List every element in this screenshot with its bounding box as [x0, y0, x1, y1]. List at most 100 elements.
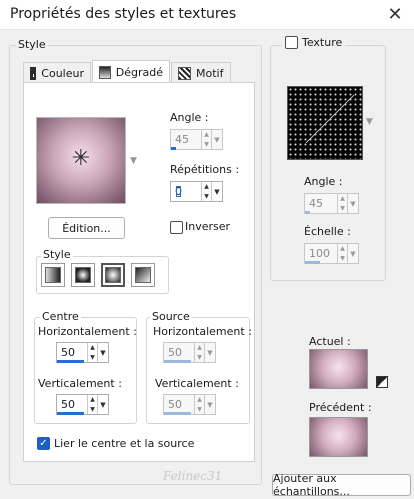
center-horizontal-spinbox[interactable]: 50 ▲ ▼ ▼ [56, 342, 109, 363]
rectangular-gradient-icon [75, 267, 91, 283]
tab-motif[interactable]: Motif [171, 62, 231, 83]
center-vertical-value[interactable]: 50 [57, 395, 87, 415]
decrement-icon[interactable]: ▼ [195, 353, 204, 363]
angle-value[interactable]: 45 [171, 130, 201, 150]
center-vertical-slider-indicator[interactable] [57, 412, 84, 415]
tab-label: Dégradé [115, 65, 163, 79]
decrement-icon[interactable]: ▼ [88, 405, 97, 415]
center-horizontal-label: Horizontalement : [38, 325, 137, 338]
corner-gradient-icon [135, 267, 151, 283]
source-horizontal-slider-indicator[interactable] [164, 360, 191, 363]
center-horizontal-slider-indicator[interactable] [57, 360, 84, 363]
current-label: Actuel : [309, 335, 351, 348]
angle-slider-indicator[interactable] [171, 147, 176, 150]
repetitions-label: Répétitions : [170, 163, 240, 176]
texture-scale-value[interactable]: 100 [305, 244, 337, 264]
source-vertical-value[interactable]: 50 [164, 395, 194, 415]
source-group-label: Source [150, 310, 192, 323]
increment-icon[interactable]: ▲ [202, 130, 211, 140]
decrement-icon[interactable]: ▼ [338, 204, 347, 214]
chevron-down-icon[interactable]: ▼ [211, 130, 222, 149]
chevron-down-icon[interactable]: ▼ [130, 156, 137, 166]
watermark: Felinec31 [163, 469, 223, 483]
linear-style-button[interactable] [41, 263, 65, 287]
radial-gradient-icon [105, 267, 121, 283]
center-horizontal-value[interactable]: 50 [57, 343, 87, 363]
chevron-down-icon[interactable]: ▼ [204, 395, 215, 414]
increment-icon[interactable]: ▲ [338, 244, 347, 254]
increment-icon[interactable]: ▲ [338, 194, 347, 204]
center-vertical-stepper[interactable]: ▲ ▼ [87, 395, 97, 414]
previous-swatch[interactable] [309, 417, 368, 457]
increment-icon[interactable]: ▲ [88, 343, 97, 353]
source-horizontal-value[interactable]: 50 [164, 343, 194, 363]
center-horizontal-stepper[interactable]: ▲ ▼ [87, 343, 97, 362]
add-to-samples-button[interactable]: Ajouter aux échantillons... [272, 472, 411, 498]
texture-scale-slider-indicator[interactable] [305, 261, 320, 264]
solid-color-icon [30, 66, 37, 80]
previous-label: Précédent : [309, 401, 372, 414]
increment-icon[interactable]: ▲ [202, 182, 211, 192]
repetitions-stepper[interactable]: ▲ ▼ [201, 182, 211, 201]
chevron-down-icon[interactable]: ▼ [97, 395, 108, 414]
repetitions-spinbox[interactable]: 0 ▲ ▼ ▼ [170, 181, 223, 202]
rectangular-style-button[interactable] [71, 263, 95, 287]
tab-couleur[interactable]: Couleur [23, 62, 91, 83]
swap-colors-icon[interactable] [376, 376, 388, 388]
source-horizontal-stepper[interactable]: ▲ ▼ [194, 343, 204, 362]
source-vertical-slider-indicator[interactable] [164, 412, 191, 415]
angle-label: Angle : [170, 111, 209, 124]
angle-spinbox[interactable]: 45 ▲ ▼ ▼ [170, 129, 223, 150]
link-center-source-checkbox[interactable]: ✓ [37, 437, 50, 450]
decrement-icon[interactable]: ▼ [202, 192, 211, 202]
source-horizontal-label: Horizontalement : [153, 325, 252, 338]
tab-label: Couleur [41, 66, 84, 80]
source-vertical-spinbox[interactable]: 50 ▲ ▼ ▼ [163, 394, 216, 415]
texture-label[interactable]: Texture [302, 36, 342, 49]
texture-angle-label: Angle : [304, 175, 343, 188]
source-horizontal-spinbox[interactable]: 50 ▲ ▼ ▼ [163, 342, 216, 363]
current-swatch[interactable] [309, 349, 368, 389]
source-vertical-stepper[interactable]: ▲ ▼ [194, 395, 204, 414]
gradient-icon [99, 65, 111, 79]
increment-icon[interactable]: ▲ [88, 395, 97, 405]
center-vertical-spinbox[interactable]: 50 ▲ ▼ ▼ [56, 394, 109, 415]
close-button[interactable]: ✕ [382, 3, 408, 25]
decrement-icon[interactable]: ▼ [338, 254, 347, 264]
texture-angle-value[interactable]: 45 [305, 194, 337, 214]
decrement-icon[interactable]: ▼ [202, 140, 211, 150]
increment-icon[interactable]: ▲ [195, 395, 204, 405]
chevron-down-icon[interactable]: ▼ [347, 194, 358, 213]
corner-style-button[interactable] [131, 263, 155, 287]
tab-label: Motif [196, 66, 224, 80]
texture-scale-stepper[interactable]: ▲ ▼ [337, 244, 347, 263]
tab-degrade[interactable]: Dégradé [92, 60, 170, 83]
edit-button[interactable]: Édition... [48, 217, 125, 239]
link-center-source-label[interactable]: Lier le centre et la source [54, 437, 194, 450]
invert-label[interactable]: Inverser [185, 220, 230, 233]
decrement-icon[interactable]: ▼ [195, 405, 204, 415]
invert-checkbox[interactable] [170, 221, 183, 234]
radial-style-button[interactable] [101, 263, 125, 287]
chevron-down-icon[interactable]: ▼ [204, 343, 215, 362]
style-group-label: Style [16, 38, 48, 51]
chevron-down-icon[interactable]: ▼ [366, 117, 373, 127]
pattern-icon [178, 66, 191, 80]
texture-checkbox[interactable] [285, 36, 298, 49]
texture-angle-slider-indicator[interactable] [305, 211, 310, 214]
texture-angle-stepper[interactable]: ▲ ▼ [337, 194, 347, 213]
repetitions-value[interactable]: 0 [171, 182, 201, 201]
linear-gradient-icon [45, 267, 61, 283]
chevron-down-icon[interactable]: ▼ [347, 244, 358, 263]
angle-stepper[interactable]: ▲ ▼ [201, 130, 211, 149]
texture-scale-spinbox[interactable]: 100 ▲ ▼ ▼ [304, 243, 359, 264]
chevron-down-icon[interactable]: ▼ [211, 182, 222, 201]
chevron-down-icon[interactable]: ▼ [97, 343, 108, 362]
center-crosshair-icon[interactable]: ✳ [70, 148, 92, 170]
increment-icon[interactable]: ▲ [195, 343, 204, 353]
decrement-icon[interactable]: ▼ [88, 353, 97, 363]
texture-scale-label: Échelle : [304, 225, 351, 238]
center-vertical-label: Verticalement : [38, 377, 122, 390]
texture-angle-spinbox[interactable]: 45 ▲ ▼ ▼ [304, 193, 359, 214]
window-title: Propriétés des styles et textures [10, 6, 237, 22]
